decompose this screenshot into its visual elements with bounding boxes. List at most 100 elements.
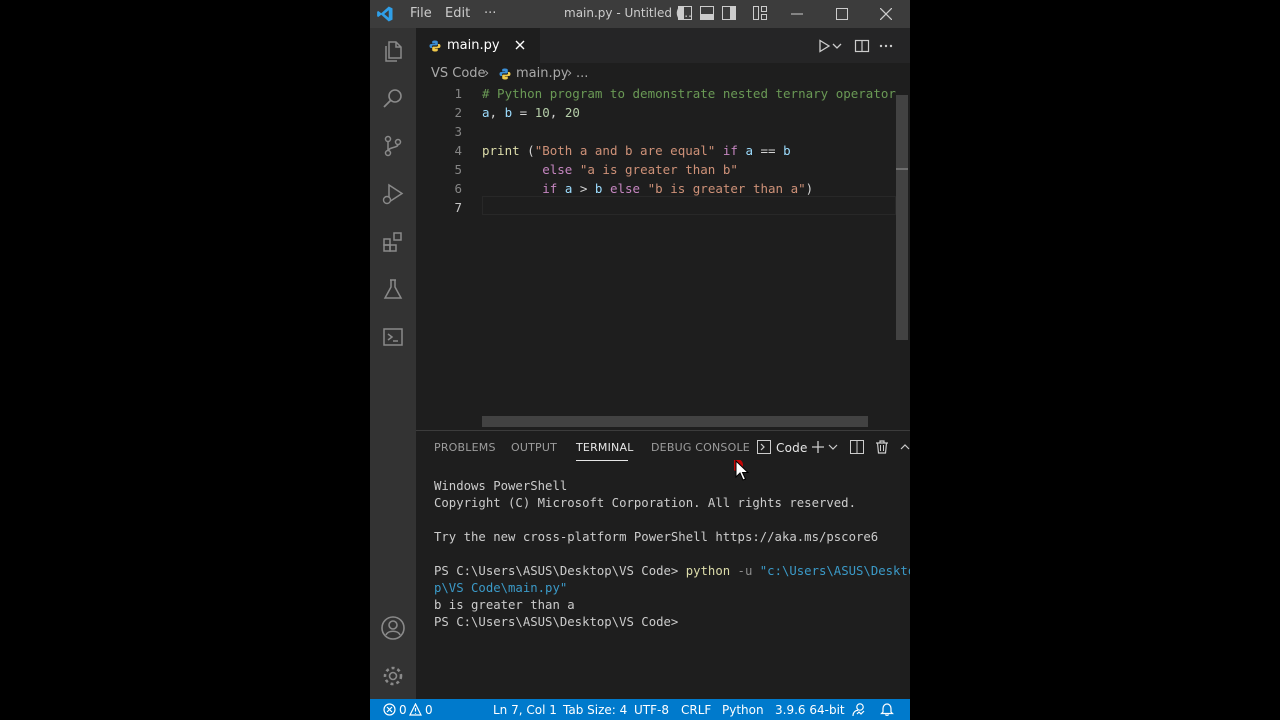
end-of-line[interactable]: CRLF [681, 703, 711, 717]
code-text: else "a is greater than b" [542, 162, 738, 177]
testing-button[interactable] [379, 275, 407, 303]
terminal-line: Copyright (C) Microsoft Corporation. All… [434, 496, 856, 510]
terminal-line: Windows PowerShell [434, 479, 568, 493]
terminal-output[interactable]: Windows PowerShell Copyright (C) Microso… [434, 479, 910, 632]
code-line: 2 a, b = 10, 20 [416, 105, 902, 124]
bottom-panel: PROBLEMS OUTPUT TERMINAL DEBUG CONSOLE C… [416, 430, 910, 699]
feedback-icon[interactable] [851, 702, 866, 717]
line-number: 6 [454, 181, 462, 196]
language-mode[interactable]: Python [722, 703, 764, 717]
extensions-button[interactable] [379, 228, 407, 256]
terminal-launch-chevron-down-icon[interactable] [828, 440, 838, 454]
toggle-panel-icon[interactable] [700, 6, 714, 20]
notifications-bell-icon[interactable] [880, 702, 894, 717]
window-title: main.py - Untitled (... [564, 6, 692, 20]
minimize-button[interactable] [775, 0, 819, 28]
vscode-logo-icon [377, 6, 393, 22]
menu-file[interactable]: File [410, 6, 432, 21]
line-number: 2 [454, 105, 462, 120]
tab-problems[interactable]: PROBLEMS [434, 441, 496, 454]
split-terminal-icon[interactable] [850, 440, 864, 454]
close-tab-icon[interactable] [513, 38, 527, 52]
title-bar: File Edit ··· main.py - Untitled (... [370, 0, 910, 28]
tab-label: main.py [447, 38, 500, 53]
tab-terminal[interactable]: TERMINAL [576, 441, 634, 454]
code-editor[interactable]: 1 # Python program to demonstrate nested… [416, 85, 910, 430]
status-bar: 0 0 Ln 7, Col 1 Tab Size: 4 UTF-8 CRLF P… [370, 699, 910, 720]
cursor-position[interactable]: Ln 7, Col 1 [493, 703, 557, 717]
activity-bar [370, 28, 416, 699]
code-line: 3 [416, 124, 902, 143]
source-control-button[interactable] [379, 132, 407, 160]
tab-debug-console[interactable]: DEBUG CONSOLE [651, 441, 750, 454]
mouse-pointer-icon [734, 460, 750, 481]
terminal-flag: -u [737, 564, 753, 578]
breadcrumb-separator: › [484, 66, 490, 81]
terminal-line: p\VS Code\main.py" [434, 581, 904, 598]
code-text: a, b = 10, 20 [482, 105, 580, 120]
code-line: 7 [416, 200, 902, 219]
menu-edit[interactable]: Edit [445, 6, 470, 21]
tab-output[interactable]: OUTPUT [511, 441, 557, 454]
accounts-button[interactable] [379, 614, 407, 642]
breadcrumb: VS Code › main.py › ... [416, 63, 910, 85]
search-icon [383, 89, 402, 108]
new-terminal-plus-icon[interactable] [811, 440, 825, 454]
trash-icon[interactable] [875, 440, 889, 454]
remote-explorer-button[interactable] [379, 323, 407, 351]
manage-button[interactable] [379, 662, 407, 690]
breadcrumb-separator: › [567, 66, 573, 81]
program-output: b is greater than a [434, 598, 575, 612]
terminal-prompt: PS C:\Users\ASUS\Desktop\VS Code> [434, 564, 679, 578]
maximize-panel-chevron-up-icon[interactable] [900, 440, 910, 454]
maximize-icon [836, 8, 848, 20]
run-options-chevron-down-icon[interactable] [832, 38, 842, 54]
horizontal-scrollbar[interactable] [482, 416, 868, 427]
terminal-command: python [685, 564, 731, 578]
line-number: 4 [454, 143, 462, 158]
breadcrumb-folder[interactable]: VS Code [431, 66, 486, 81]
line-number: 1 [454, 86, 462, 101]
terminal-argument: "c:\Users\ASUS\Deskto [759, 564, 910, 578]
toggle-secondary-sidebar-icon[interactable] [722, 6, 736, 20]
gear-icon [383, 666, 403, 686]
run-file-icon[interactable] [816, 38, 832, 54]
code-text: if a > b else "b is greater than a") [542, 181, 814, 196]
files-icon [385, 41, 402, 62]
close-window-button[interactable] [864, 0, 908, 28]
python-interpreter[interactable]: 3.9.6 64-bit [775, 703, 845, 717]
maximize-button[interactable] [820, 0, 864, 28]
error-count[interactable]: 0 [399, 703, 407, 717]
extensions-icon [383, 232, 402, 252]
run-debug-icon [382, 183, 404, 205]
terminal-line: Try the new cross-platform PowerShell ht… [434, 530, 879, 544]
indentation[interactable]: Tab Size: 4 [563, 703, 627, 717]
breadcrumb-file[interactable]: main.py [516, 66, 569, 81]
vertical-scrollbar[interactable] [896, 95, 908, 340]
more-actions-icon[interactable] [878, 38, 894, 54]
line-number: 5 [454, 162, 462, 177]
run-debug-button[interactable] [379, 180, 407, 208]
terminal-name[interactable]: Code [776, 441, 808, 455]
split-editor-icon[interactable] [854, 38, 870, 54]
minimize-icon [791, 13, 803, 15]
account-icon [381, 616, 405, 640]
active-tab-indicator [576, 460, 628, 461]
flask-icon [383, 279, 403, 299]
explorer-button[interactable] [379, 37, 407, 65]
search-button[interactable] [379, 84, 407, 112]
code-text: print ("Both a and b are equal" if a == … [482, 143, 791, 158]
encoding[interactable]: UTF-8 [634, 703, 669, 717]
customize-layout-icon[interactable] [753, 6, 767, 20]
warning-icon [409, 703, 422, 716]
breadcrumb-symbols[interactable]: ... [576, 66, 588, 81]
tab-main-py[interactable]: main.py [416, 28, 540, 63]
breadcrumb-python-icon [499, 68, 511, 80]
toggle-sidebar-icon[interactable] [678, 6, 692, 20]
close-icon [880, 8, 892, 20]
terminal-prompt: PS C:\Users\ASUS\Desktop\VS Code> [434, 615, 679, 629]
warning-count[interactable]: 0 [425, 703, 433, 717]
code-text: # Python program to demonstrate nested t… [482, 86, 896, 101]
menu-more[interactable]: ··· [484, 6, 496, 21]
